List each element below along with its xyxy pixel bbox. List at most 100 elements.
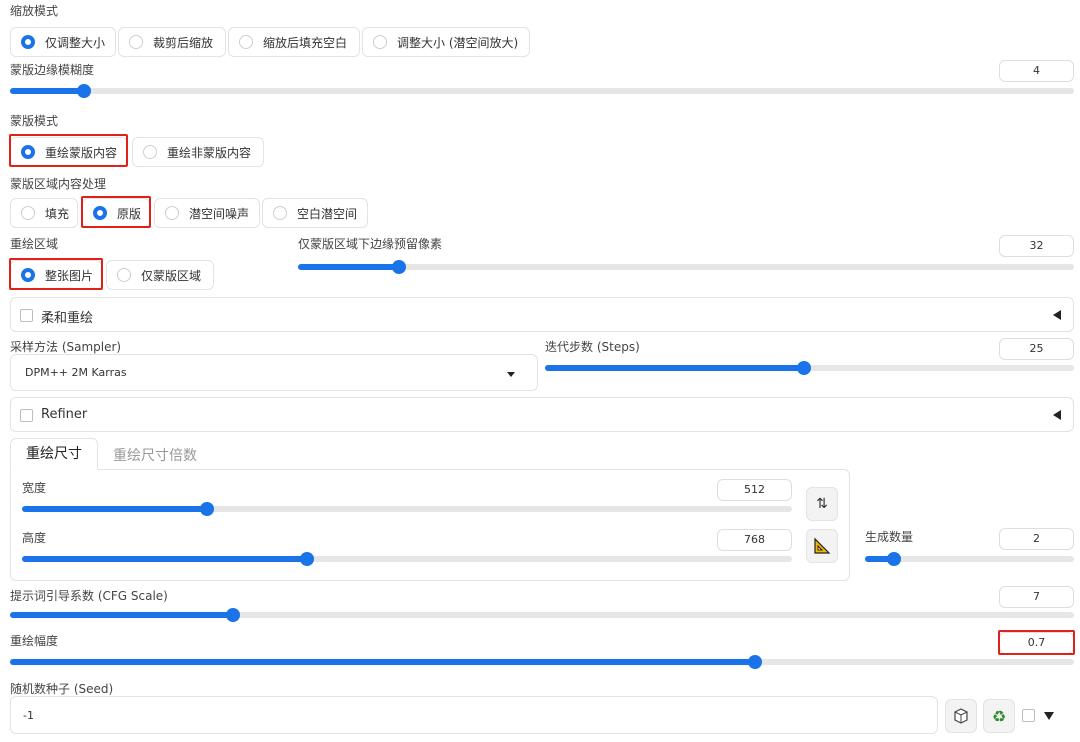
slider-thumb[interactable]	[797, 361, 812, 375]
slider-thumb[interactable]	[199, 502, 214, 516]
inpaint-area-whole-picture[interactable]: 整张图片	[10, 260, 102, 290]
auto-size-button[interactable]	[806, 529, 838, 563]
height-slider[interactable]	[22, 552, 792, 566]
refiner-label: Refiner	[41, 407, 88, 422]
width-input[interactable]: 512	[717, 479, 792, 501]
slider-thumb[interactable]	[391, 260, 406, 274]
radio-icon	[143, 145, 157, 159]
mask-mode-label: 蒙版模式	[10, 114, 59, 128]
padding-label: 仅蒙版区域下边缘预留像素	[298, 237, 443, 251]
resize-option-crop-resize[interactable]: 裁剪后缩放	[118, 27, 226, 57]
soft-inpaint-accordion[interactable]: 柔和重绘	[10, 297, 1074, 332]
radio-label: 裁剪后缩放	[153, 35, 214, 50]
slider-fill	[298, 264, 399, 270]
radio-icon	[239, 35, 253, 49]
resize-mode-label: 缩放模式	[10, 4, 59, 18]
width-slider[interactable]	[22, 502, 792, 516]
slider-fill	[10, 612, 234, 618]
radio-selected-icon	[21, 35, 35, 49]
mask-mode-inpaint-not-masked[interactable]: 重绘非蒙版内容	[132, 137, 264, 167]
mask-blur-label: 蒙版边缘模糊度	[10, 63, 95, 77]
radio-icon	[21, 206, 35, 220]
cfg-scale-input[interactable]: 7	[999, 586, 1074, 608]
radio-label: 潜空间噪声	[189, 206, 250, 221]
sampler-value: DPM++ 2M Karras	[25, 366, 127, 379]
steps-input[interactable]: 25	[999, 338, 1074, 360]
steps-label: 迭代步数 (Steps)	[545, 340, 640, 354]
resize-option-just-resize[interactable]: 仅调整大小	[10, 27, 116, 57]
radio-label: 原版	[117, 206, 142, 221]
recycle-icon: ♻	[991, 706, 1007, 726]
soft-inpaint-checkbox[interactable]	[20, 309, 33, 322]
height-input[interactable]: 768	[717, 529, 792, 551]
denoise-slider[interactable]	[10, 655, 1074, 669]
radio-selected-icon	[21, 268, 35, 282]
random-seed-button[interactable]	[945, 699, 977, 733]
masked-content-latent-noise[interactable]: 潜空间噪声	[154, 198, 260, 228]
swap-dimensions-button[interactable]: ⇅	[806, 487, 838, 521]
inpaint-area-label: 重绘区域	[10, 237, 59, 251]
radio-label: 重绘蒙版内容	[45, 145, 118, 160]
swap-arrows-icon: ⇅	[816, 496, 828, 512]
refiner-checkbox[interactable]	[20, 409, 33, 422]
masked-content-fill[interactable]: 填充	[10, 198, 78, 228]
radio-icon	[165, 206, 179, 220]
slider-fill	[22, 506, 207, 512]
inpaint-area-only-masked[interactable]: 仅蒙版区域	[106, 260, 214, 290]
denoise-input[interactable]: 0.7	[999, 632, 1074, 654]
radio-selected-icon	[21, 145, 35, 159]
slider-thumb[interactable]	[77, 84, 92, 98]
masked-content-latent-nothing[interactable]: 空白潜空间	[262, 198, 368, 228]
width-label: 宽度	[22, 481, 47, 495]
resize-option-latent-upscale[interactable]: 调整大小 (潜空间放大)	[362, 27, 530, 57]
masked-content-label: 蒙版区域内容处理	[10, 177, 107, 191]
mask-blur-input[interactable]: 4	[999, 60, 1074, 82]
slider-fill	[10, 659, 755, 665]
radio-icon	[117, 268, 131, 282]
triangle-ruler-icon	[814, 537, 831, 554]
batch-size-label: 生成数量	[865, 530, 914, 544]
slider-thumb[interactable]	[299, 552, 314, 566]
height-label: 高度	[22, 531, 47, 545]
collapse-arrow-icon[interactable]	[1053, 310, 1061, 320]
radio-icon	[373, 35, 387, 49]
batch-size-input[interactable]: 2	[999, 528, 1074, 550]
tab-resize-to[interactable]: 重绘尺寸	[10, 438, 98, 470]
seed-input[interactable]: -1	[10, 696, 938, 734]
radio-icon	[129, 35, 143, 49]
slider-fill	[22, 556, 307, 562]
masked-content-original[interactable]: 原版	[82, 198, 150, 228]
steps-slider[interactable]	[545, 361, 1074, 375]
resize-option-fill[interactable]: 缩放后填充空白	[228, 27, 360, 57]
sampler-dropdown[interactable]: DPM++ 2M Karras	[10, 354, 538, 391]
radio-label: 仅调整大小	[45, 35, 106, 50]
slider-thumb[interactable]	[887, 552, 902, 566]
soft-inpaint-label: 柔和重绘	[41, 311, 94, 326]
padding-slider[interactable]	[298, 260, 1074, 274]
extra-seed-checkbox[interactable]	[1022, 709, 1035, 722]
radio-label: 调整大小 (潜空间放大)	[397, 35, 519, 50]
refiner-accordion[interactable]: Refiner	[10, 397, 1074, 432]
slider-thumb[interactable]	[747, 655, 762, 669]
tab-resize-by[interactable]: 重绘尺寸倍数	[113, 445, 197, 465]
batch-size-slider[interactable]	[865, 552, 1074, 566]
dice-icon	[954, 708, 968, 724]
reuse-seed-button[interactable]: ♻	[983, 699, 1015, 733]
denoise-label: 重绘幅度	[10, 634, 59, 648]
chevron-down-icon	[507, 372, 515, 377]
radio-label: 空白潜空间	[297, 206, 358, 221]
seed-value: -1	[23, 709, 34, 722]
cfg-scale-slider[interactable]	[10, 608, 1074, 622]
padding-input[interactable]: 32	[999, 235, 1074, 257]
radio-label: 填充	[45, 206, 70, 221]
radio-label: 缩放后填充空白	[263, 35, 348, 50]
slider-fill	[545, 365, 805, 371]
radio-label: 重绘非蒙版内容	[167, 145, 252, 160]
expand-arrow-icon[interactable]	[1044, 712, 1054, 720]
mask-blur-slider[interactable]	[10, 84, 1074, 98]
collapse-arrow-icon[interactable]	[1053, 410, 1061, 420]
slider-thumb[interactable]	[226, 608, 241, 622]
mask-mode-inpaint-masked[interactable]: 重绘蒙版内容	[10, 137, 128, 167]
radio-label: 整张图片	[45, 268, 94, 283]
seed-label: 随机数种子 (Seed)	[10, 682, 114, 696]
